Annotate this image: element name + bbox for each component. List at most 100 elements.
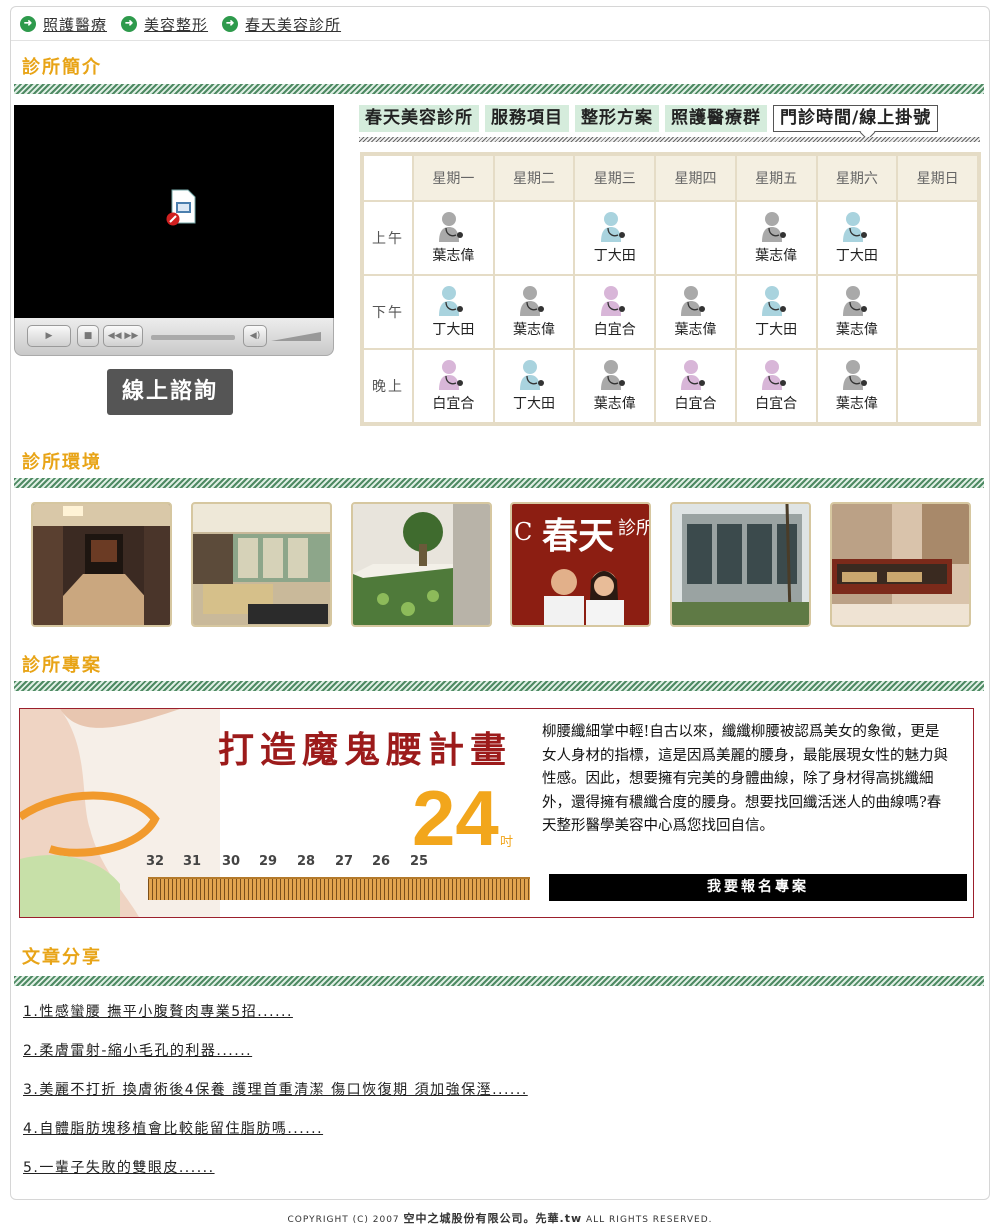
schedule-cell — [656, 202, 735, 274]
breadcrumb-item[interactable]: ➜ 照護醫療 — [20, 14, 107, 35]
tab-medical-team[interactable]: 照護醫療群 — [665, 105, 767, 132]
article-link[interactable]: 2.柔膚雷射-縮小毛孔的利器...... — [23, 1040, 252, 1060]
ruler-label: 29 — [259, 854, 278, 869]
schedule-cell[interactable]: 丁大田 — [494, 350, 574, 422]
ruler-label: 27 — [335, 854, 354, 869]
schedule-cell[interactable]: 白宜合 — [736, 350, 816, 422]
schedule-cell[interactable]: 丁大田 — [736, 276, 816, 348]
breadcrumb-divider — [11, 40, 989, 41]
section-title-environment: 診所環境 — [22, 452, 102, 473]
waist-project-banner[interactable]: 打造魔鬼腰計畫 24 吋 32 31 30 29 28 27 26 25 柳腰纖… — [19, 708, 974, 918]
doctor-slot[interactable]: 葉志偉 — [836, 359, 878, 413]
schedule-cell[interactable]: 丁大田 — [817, 202, 897, 274]
article-link[interactable]: 1.性感蠻腰 撫平小腹贅肉專業5招...... — [23, 1001, 293, 1021]
schedule-cell[interactable]: 白宜合 — [414, 350, 493, 422]
tab-plans[interactable]: 整形方案 — [575, 105, 659, 132]
schedule-cell[interactable]: 葉志偉 — [656, 276, 735, 348]
doctor-slot[interactable]: 丁大田 — [836, 211, 878, 265]
schedule-row: 下午 丁大田 葉志偉 白宜合 葉志偉 丁大田 葉志偉 — [364, 276, 977, 348]
article-link[interactable]: 3.美麗不打折 換膚術後4保養 護理首重清潔 傷口恢復期 須加強保溼...... — [23, 1079, 528, 1099]
doctor-icon — [842, 212, 867, 242]
footer-company: 空中之城股份有限公司。先華.tw — [403, 1212, 583, 1225]
doctor-slot[interactable]: 白宜合 — [432, 359, 474, 413]
period-label: 上午 — [364, 202, 412, 274]
play-button[interactable]: ▶ — [27, 325, 71, 347]
doctor-slot[interactable]: 白宜合 — [594, 285, 636, 339]
clinic-photo-garden[interactable] — [350, 502, 492, 627]
doctor-icon — [520, 360, 545, 390]
schedule-cell[interactable]: 丁大田 — [575, 202, 655, 274]
breadcrumb: ➜ 照護醫療 ➜ 美容整形 ➜ 春天美容診所 — [20, 12, 355, 36]
period-label: 下午 — [364, 276, 412, 348]
schedule-cell[interactable]: 葉志偉 — [414, 202, 493, 274]
doctor-icon — [842, 286, 867, 316]
schedule-cell[interactable]: 葉志偉 — [817, 350, 897, 422]
schedule-cell[interactable]: 白宜合 — [656, 350, 735, 422]
doctor-slot[interactable]: 丁大田 — [755, 285, 797, 339]
clinic-photo-building[interactable] — [670, 502, 812, 627]
breadcrumb-link[interactable]: 春天美容診所 — [245, 14, 341, 35]
day-header: 星期五 — [736, 156, 816, 200]
skip-buttons[interactable]: ◀◀ ▶▶ — [103, 325, 143, 347]
schedule-cell[interactable]: 葉志偉 — [736, 202, 816, 274]
schedule-cell[interactable]: 丁大田 — [414, 276, 493, 348]
article-link[interactable]: 5.一輩子失敗的雙眼皮...... — [23, 1157, 215, 1177]
tab-services[interactable]: 服務項目 — [485, 105, 569, 132]
doctor-slot[interactable]: 白宜合 — [755, 359, 797, 413]
tab-hours-registration[interactable]: 門診時間/線上掛號 — [773, 105, 939, 132]
stop-button[interactable]: ■ — [77, 325, 99, 347]
article-link[interactable]: 4.自體脂肪塊移植會比較能留住脂肪嗎...... — [23, 1118, 323, 1138]
doctor-slot[interactable]: 葉志偉 — [594, 359, 636, 413]
photo-sign-c: C — [514, 518, 532, 546]
section-title-intro: 診所簡介 — [22, 57, 102, 78]
schedule-cell[interactable]: 葉志偉 — [817, 276, 897, 348]
doctor-icon — [600, 212, 625, 242]
clinic-photo-doctors[interactable]: C 春天 診所 — [510, 502, 652, 627]
join-project-button[interactable]: 我要報名專案 — [549, 874, 967, 901]
breadcrumb-link[interactable]: 照護醫療 — [43, 14, 107, 35]
doctor-slot[interactable]: 丁大田 — [432, 285, 474, 339]
ruler-label: 32 — [146, 854, 165, 869]
doctor-slot[interactable]: 葉志偉 — [513, 285, 555, 339]
video-screen[interactable] — [14, 105, 334, 318]
doctor-name: 葉志偉 — [835, 396, 878, 412]
day-header: 星期一 — [414, 156, 493, 200]
online-consult-button[interactable]: 線上諮詢 — [107, 369, 233, 415]
doctor-slot[interactable]: 葉志偉 — [755, 211, 797, 265]
clinic-photo-lounge[interactable] — [190, 502, 332, 627]
doctor-name: 丁大田 — [835, 248, 878, 264]
ruler-label: 31 — [183, 854, 202, 869]
missing-plugin-icon — [166, 189, 196, 226]
doctor-slot[interactable]: 白宜合 — [674, 359, 716, 413]
breadcrumb-item[interactable]: ➜ 春天美容診所 — [222, 14, 341, 35]
clinic-photo-waiting-room[interactable] — [829, 502, 971, 627]
seek-bar[interactable] — [151, 335, 235, 340]
doctor-slot[interactable]: 葉志偉 — [674, 285, 716, 339]
schedule-cell[interactable]: 葉志偉 — [575, 350, 655, 422]
schedule-row: 晚上 白宜合 丁大田 葉志偉 白宜合 白宜合 葉志偉 — [364, 350, 977, 422]
doctor-icon — [600, 286, 625, 316]
clinic-photo-corridor[interactable] — [31, 502, 172, 627]
arrow-right-icon: ➜ — [121, 16, 138, 32]
schedule-cell[interactable]: 白宜合 — [575, 276, 655, 348]
volume-slider[interactable] — [271, 330, 321, 342]
volume-icon[interactable]: ◀) — [243, 325, 267, 347]
schedule-table: 星期一 星期二 星期三 星期四 星期五 星期六 星期日 上午 葉志偉 丁大田 葉志偉丁… — [362, 154, 979, 424]
section-title-projects: 診所專案 — [22, 655, 102, 676]
doctor-name: 葉志偉 — [835, 322, 878, 338]
schedule-cell — [494, 202, 574, 274]
breadcrumb-item[interactable]: ➜ 美容整形 — [121, 14, 208, 35]
doctor-icon — [439, 212, 464, 242]
doctor-slot[interactable]: 葉志偉 — [836, 285, 878, 339]
doctor-slot[interactable]: 葉志偉 — [432, 211, 474, 265]
tab-clinic[interactable]: 春天美容診所 — [359, 105, 479, 132]
doctor-slot[interactable]: 丁大田 — [594, 211, 636, 265]
ruler-label: 30 — [222, 854, 241, 869]
schedule-cell — [898, 202, 977, 274]
breadcrumb-link[interactable]: 美容整形 — [144, 14, 208, 35]
tab-divider — [359, 137, 980, 142]
video-player[interactable]: ▶ ■ ◀◀ ▶▶ ◀) — [14, 105, 334, 356]
doctor-slot[interactable]: 丁大田 — [513, 359, 555, 413]
doctor-name: 葉志偉 — [432, 248, 475, 264]
schedule-cell[interactable]: 葉志偉 — [494, 276, 574, 348]
